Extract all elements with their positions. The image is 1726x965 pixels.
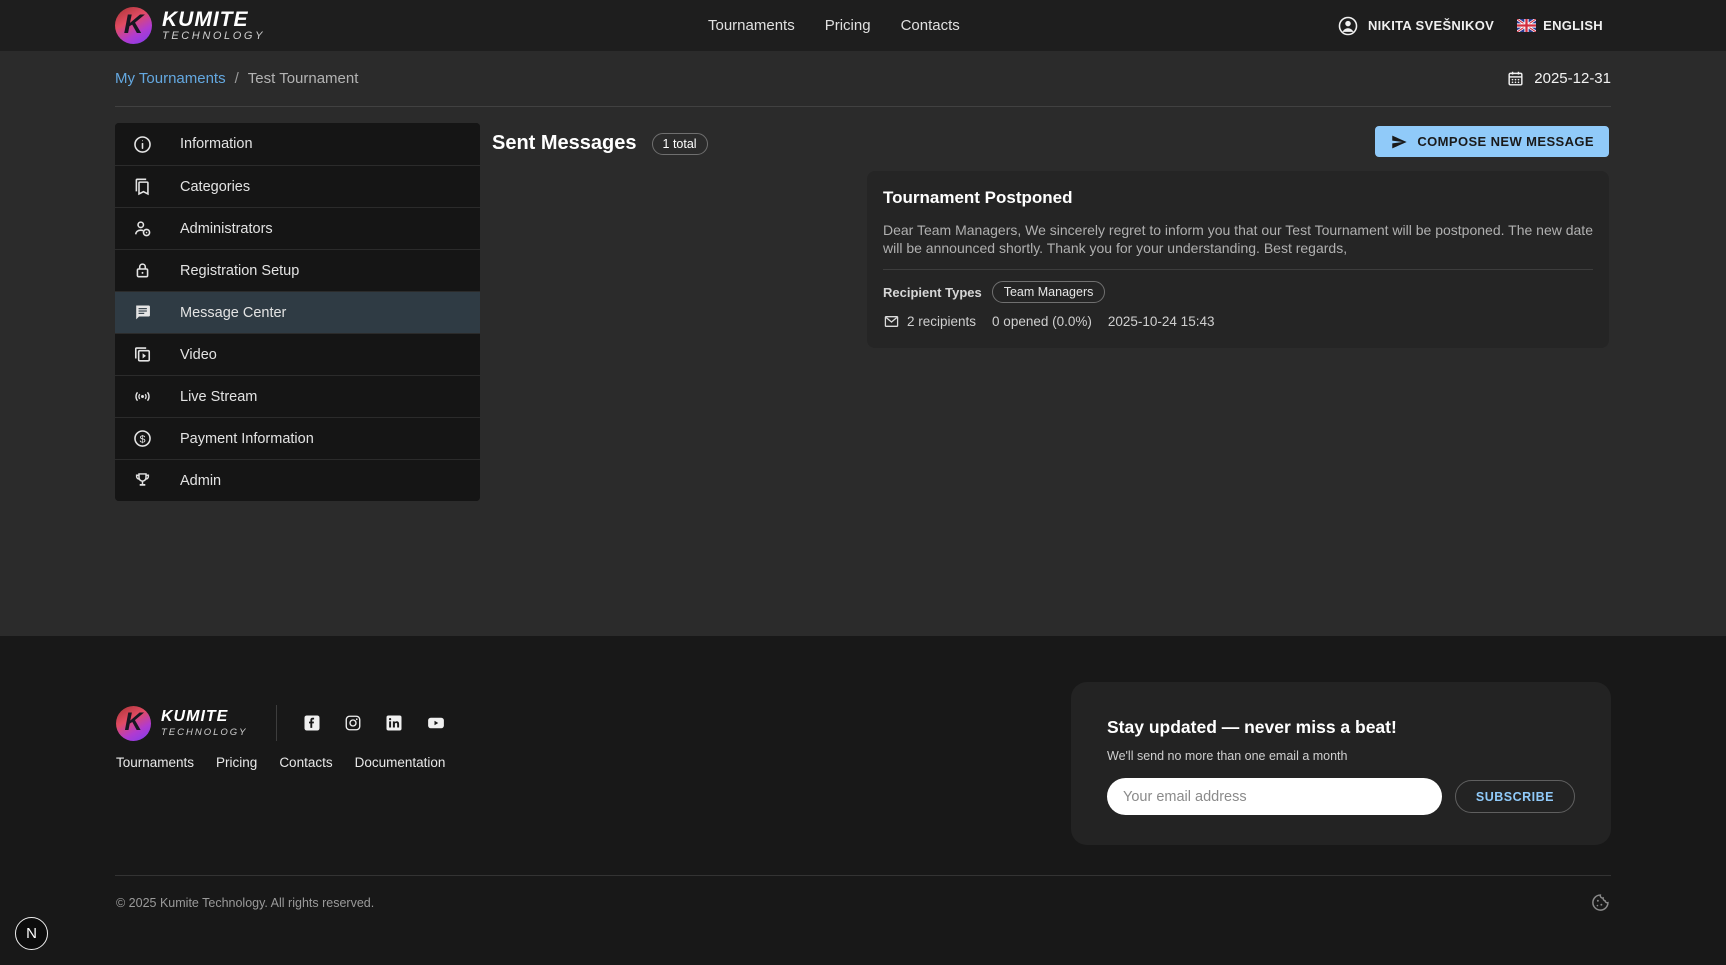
cookie-settings-icon[interactable] [1590,892,1611,913]
trophy-icon [132,470,153,491]
sidebar-item-payment-information[interactable]: $ Payment Information [115,417,480,459]
sent-message-card[interactable]: Tournament Postponed Dear Team Managers,… [867,171,1609,348]
lock-icon [132,260,153,281]
card-divider [883,269,1593,270]
account-circle-icon[interactable] [1337,15,1359,37]
footer-vertical-divider [276,705,277,741]
page-title: Sent Messages [492,132,637,155]
nav-pricing[interactable]: Pricing [825,17,871,34]
sidebar-item-administrators[interactable]: Administrators [115,207,480,249]
sidebar-item-label: Message Center [180,305,286,321]
video-library-icon [132,344,153,365]
categories-icon [132,176,153,197]
sidebar-item-label: Registration Setup [180,263,299,279]
newsletter-title: Stay updated — never miss a beat! [1107,717,1575,738]
main-nav: Tournaments Pricing Contacts [708,0,960,51]
sidebar-item-live-stream[interactable]: Live Stream [115,375,480,417]
recipient-chip-team-managers: Team Managers [992,281,1106,303]
footer-link-tournaments[interactable]: Tournaments [116,755,194,770]
tournament-sidebar: Information Categories Administrators [115,123,480,501]
language-label: ENGLISH [1543,18,1603,33]
linkedin-icon[interactable] [385,714,403,732]
brand-name: KUMITE [162,10,265,30]
calendar-icon [1506,69,1525,88]
kumite-logo-icon: K [116,706,151,741]
main-section: Information Categories Administrators [115,107,1611,636]
language-selector[interactable]: ENGLISH [1517,18,1603,33]
sidebar-item-information[interactable]: Information [115,123,480,165]
total-messages-badge: 1 total [652,133,708,155]
sidebar-item-label: Payment Information [180,431,314,447]
facebook-icon[interactable] [303,714,321,732]
subscribe-button[interactable]: SUBSCRIBE [1455,780,1575,813]
user-area: NIKITA SVEŠNIKOV ENGLISH [1337,0,1603,51]
breadcrumb-my-tournaments[interactable]: My Tournaments [115,70,226,87]
newsletter-email-input[interactable] [1107,778,1442,815]
floating-user-avatar[interactable]: N [15,917,48,950]
breadcrumb-current: Test Tournament [248,70,359,87]
footer-nav: Tournaments Pricing Contacts Documentati… [116,755,445,770]
compose-new-message-button[interactable]: COMPOSE NEW MESSAGE [1375,126,1609,157]
user-name[interactable]: NIKITA SVEŠNIKOV [1368,18,1494,33]
sidebar-item-label: Information [180,136,253,152]
kumite-logo-icon: K [115,7,152,44]
breadcrumb: My Tournaments / Test Tournament [115,70,358,87]
sidebar-item-video[interactable]: Video [115,333,480,375]
svg-text:$: $ [140,433,146,445]
nav-tournaments[interactable]: Tournaments [708,17,795,34]
send-icon [1390,133,1408,151]
footer-link-documentation[interactable]: Documentation [355,755,446,770]
instagram-icon[interactable] [344,714,362,732]
message-title: Tournament Postponed [883,188,1593,208]
chat-icon [132,302,153,323]
brand-subtitle: TECHNOLOGY [162,30,265,42]
sidebar-item-label: Categories [180,179,250,195]
message-center-panel: Sent Messages 1 total COMPOSE NEW MESSAG… [492,107,1611,159]
envelope-icon [883,313,900,330]
footer-brand-logo[interactable]: K KUMITE TECHNOLOGY [116,706,248,741]
copyright-text: © 2025 Kumite Technology. All rights res… [116,896,374,910]
newsletter-card: Stay updated — never miss a beat! We'll … [1071,682,1611,845]
brand-logo[interactable]: K KUMITE TECHNOLOGY [115,7,265,44]
footer: K KUMITE TECHNOLOGY [0,636,1726,965]
newsletter-subtitle: We'll send no more than one email a mont… [1107,749,1575,763]
recipients-count: 2 recipients [883,313,976,330]
uk-flag-icon [1517,19,1536,32]
date-value: 2025-12-31 [1534,70,1611,87]
administrators-icon [132,218,153,239]
sidebar-item-label: Live Stream [180,389,257,405]
breadcrumb-row: My Tournaments / Test Tournament 2025-12… [0,51,1726,107]
message-body: Dear Team Managers, We sincerely regret … [883,221,1593,257]
footer-link-pricing[interactable]: Pricing [216,755,257,770]
opened-count: 0 opened (0.0%) [992,314,1092,329]
recipient-types-label: Recipient Types [883,285,982,300]
sidebar-item-label: Administrators [180,221,273,237]
live-stream-icon [132,386,153,407]
sidebar-item-admin[interactable]: Admin [115,459,480,501]
social-links [303,714,444,732]
sidebar-item-label: Video [180,347,217,363]
nav-contacts[interactable]: Contacts [901,17,960,34]
top-navigation-bar: K KUMITE TECHNOLOGY Tournaments Pricing … [0,0,1726,51]
breadcrumb-separator: / [235,70,239,87]
tournament-date: 2025-12-31 [1506,69,1611,88]
footer-link-contacts[interactable]: Contacts [279,755,332,770]
sidebar-item-registration-setup[interactable]: Registration Setup [115,249,480,291]
sidebar-item-label: Admin [180,473,221,489]
footer-divider [115,875,1611,876]
sent-timestamp: 2025-10-24 15:43 [1108,314,1215,329]
payment-icon: $ [132,428,153,449]
sidebar-item-categories[interactable]: Categories [115,165,480,207]
info-icon [132,134,153,155]
sidebar-item-message-center[interactable]: Message Center [115,291,480,333]
youtube-icon[interactable] [426,714,444,732]
